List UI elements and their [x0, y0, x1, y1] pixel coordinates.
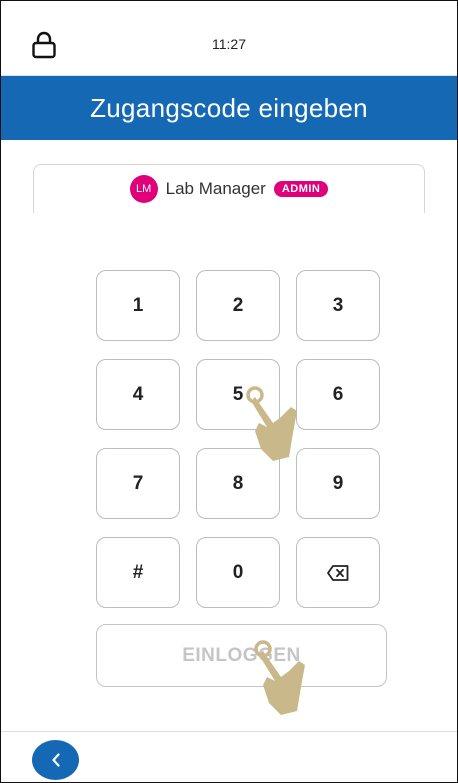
status-bar: 11:27: [1, 1, 457, 76]
key-9[interactable]: 9: [296, 448, 380, 519]
device-screen: 11:27 Zugangscode eingeben LM Lab Manage…: [0, 0, 458, 783]
key-1[interactable]: 1: [96, 270, 180, 341]
backspace-icon: [327, 564, 349, 581]
key-5[interactable]: 5: [196, 359, 280, 430]
footer-divider: [1, 731, 457, 732]
key-7[interactable]: 7: [96, 448, 180, 519]
avatar: LM: [129, 175, 158, 203]
backspace-button[interactable]: [296, 537, 380, 608]
key-2[interactable]: 2: [196, 270, 280, 341]
key-hash[interactable]: #: [96, 537, 180, 608]
key-6[interactable]: 6: [296, 359, 380, 430]
role-badge: ADMIN: [273, 181, 329, 197]
key-0[interactable]: 0: [196, 537, 280, 608]
key-8[interactable]: 8: [196, 448, 280, 519]
key-3[interactable]: 3: [296, 270, 380, 341]
user-name: Lab Manager: [165, 179, 266, 198]
login-button[interactable]: EINLOGGEN: [96, 624, 387, 687]
back-button[interactable]: [32, 740, 79, 780]
chevron-left-icon: [51, 753, 60, 767]
page-title: Zugangscode eingeben: [1, 76, 457, 140]
user-card: LM Lab Manager ADMIN: [33, 164, 425, 213]
key-4[interactable]: 4: [96, 359, 180, 430]
clock: 11:27: [212, 36, 246, 52]
